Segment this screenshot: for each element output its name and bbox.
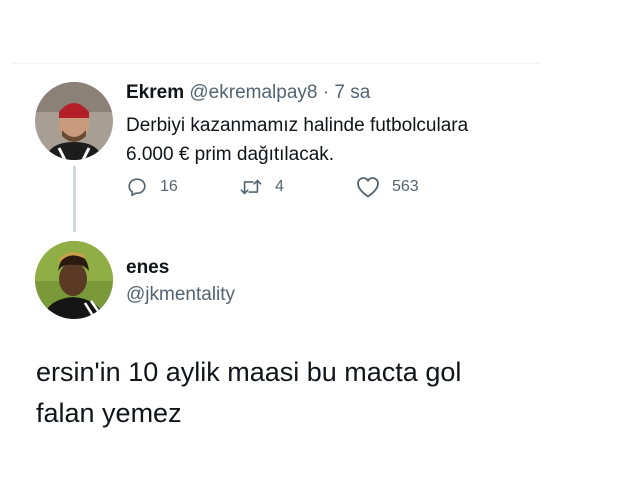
reply-author-name[interactable]: enes bbox=[126, 256, 169, 280]
tweet-author-name[interactable]: Ekrem bbox=[126, 82, 184, 103]
tweet-text: Derbiyi kazanmamız halinde futbolculara … bbox=[126, 111, 546, 169]
thread-connector-line bbox=[73, 166, 76, 232]
reply-author-handle[interactable]: @jkmentality bbox=[126, 283, 235, 307]
enes-avatar-image bbox=[35, 241, 113, 319]
reply-text-line: ersin'in 10 aylik maasi bu macta gol bbox=[36, 357, 462, 387]
reply-count: 16 bbox=[160, 178, 178, 195]
enes-avatar[interactable] bbox=[35, 241, 113, 319]
tweet-author-handle[interactable]: @ekremalpay8 bbox=[189, 82, 317, 103]
heart-icon bbox=[356, 176, 380, 198]
tweet-timestamp[interactable]: 7 sa bbox=[334, 82, 370, 103]
reply-icon bbox=[126, 176, 148, 198]
tweet-text-line: 6.000 € prim dağıtılacak. bbox=[126, 144, 335, 165]
meta-separator: · bbox=[322, 82, 330, 103]
like-button[interactable]: 563 bbox=[356, 176, 419, 198]
reply-button[interactable]: 16 bbox=[126, 176, 178, 198]
ekrem-avatar-image bbox=[35, 82, 113, 160]
top-divider bbox=[12, 63, 540, 64]
retweet-count: 4 bbox=[275, 178, 284, 195]
like-count: 563 bbox=[392, 178, 419, 195]
retweet-icon bbox=[239, 176, 263, 198]
reply-text: ersin'in 10 aylik maasi bu macta gol fal… bbox=[36, 352, 596, 434]
reply-text-line: falan yemez bbox=[36, 398, 182, 428]
ekrem-avatar[interactable] bbox=[35, 82, 113, 160]
retweet-button[interactable]: 4 bbox=[239, 176, 284, 198]
tweet-header: Ekrem @ekremalpay8 · 7 sa bbox=[126, 81, 370, 105]
tweet-text-line: Derbiyi kazanmamız halinde futbolculara bbox=[126, 115, 469, 136]
